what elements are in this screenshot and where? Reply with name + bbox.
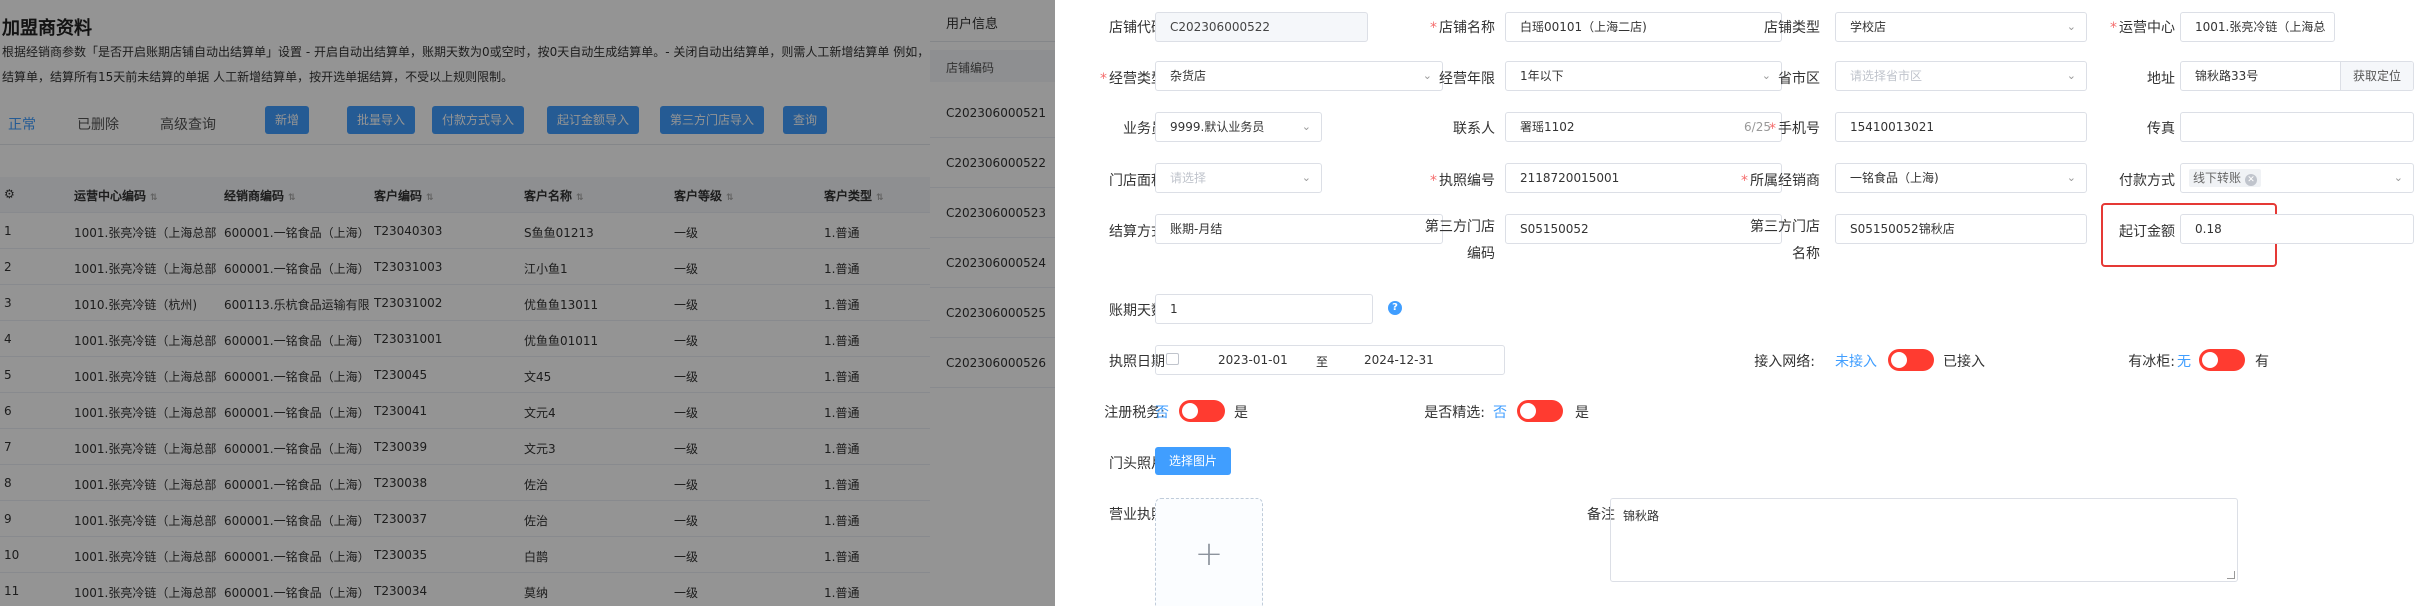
tax-switch[interactable] bbox=[1179, 400, 1225, 422]
salesman-label: 业务员 bbox=[1123, 121, 1165, 137]
switch-knob bbox=[1182, 403, 1198, 419]
region-select[interactable]: 请选择省市区 ⌄ bbox=[1835, 61, 2087, 91]
region-label: 省市区 bbox=[1778, 71, 1820, 87]
modal-overlay[interactable] bbox=[0, 0, 1055, 606]
get-location-button[interactable]: 获取定位 bbox=[2339, 62, 2413, 90]
ops-center-select[interactable]: 1001.张亮冷链（上海总 ⌄ bbox=[2180, 12, 2335, 42]
store-name-label: * 店铺名称 bbox=[1430, 20, 1495, 36]
switch-knob bbox=[1891, 352, 1907, 368]
biz-type-select[interactable]: 杂货店 ⌄ bbox=[1155, 61, 1443, 91]
end-date: 2024-12-31 bbox=[1364, 353, 1434, 367]
store-code-label: 店铺代码 bbox=[1109, 20, 1165, 36]
chevron-down-icon: ⌄ bbox=[2314, 20, 2324, 33]
freezer-off-text: 无 bbox=[2177, 354, 2191, 370]
chevron-down-icon: ⌄ bbox=[2393, 171, 2403, 184]
network-label: 接入网络: bbox=[1754, 354, 1815, 370]
settle-method-label: 结算方式 bbox=[1109, 224, 1165, 240]
network-on-text: 已接入 bbox=[1943, 354, 1985, 370]
switch-knob bbox=[1520, 403, 1536, 419]
phone-input[interactable]: 15410013021 bbox=[1835, 112, 2087, 142]
pay-method-tag: 线下转账 ✕ bbox=[2189, 169, 2262, 187]
tax-on-text: 是 bbox=[1234, 405, 1248, 421]
ops-center-label: * 运营中心 bbox=[2110, 20, 2175, 36]
pay-method-label: 付款方式 bbox=[2119, 173, 2175, 189]
fax-input[interactable] bbox=[2180, 112, 2414, 142]
license-date-range[interactable]: 2023-01-01 至 2024-12-31 bbox=[1155, 345, 1505, 375]
chevron-down-icon: ⌄ bbox=[1301, 171, 1311, 184]
address-label: 地址 bbox=[2147, 71, 2175, 87]
store-code-input[interactable]: C202306000522 bbox=[1155, 12, 1368, 42]
calendar-icon bbox=[1166, 353, 1179, 365]
credit-days-label: 账期天数 bbox=[1109, 303, 1165, 319]
resize-handle[interactable] bbox=[2227, 571, 2235, 579]
store-type-select[interactable]: 学校店 ⌄ bbox=[1835, 12, 2087, 42]
selected-on-text: 是 bbox=[1575, 405, 1589, 421]
close-icon[interactable]: ✕ bbox=[2245, 174, 2258, 186]
door-photo-label: 门头照片 bbox=[1109, 456, 1165, 472]
tax-off-text: 否 bbox=[1155, 405, 1169, 421]
area-select[interactable]: 请选择 ⌄ bbox=[1155, 163, 1322, 193]
settle-method-select[interactable]: 账期-月结 ⌄ bbox=[1155, 214, 1443, 244]
credit-days-input[interactable]: 1 bbox=[1155, 294, 1373, 324]
fax-label: 传真 bbox=[2147, 121, 2175, 137]
store-edit-drawer: 店铺代码 C202306000522 * 店铺名称 白瑶00101（上海二店) 店… bbox=[1055, 0, 2419, 606]
selected-switch[interactable] bbox=[1517, 400, 1563, 422]
address-input[interactable]: 锦秋路33号 获取定位 bbox=[2180, 61, 2414, 91]
dealer-label: * 所属经销商 bbox=[1741, 173, 1820, 189]
freezer-on-text: 有 bbox=[2255, 354, 2269, 370]
network-switch[interactable] bbox=[1888, 349, 1934, 371]
min-amount-label: 起订金额 bbox=[2119, 224, 2175, 240]
biz-type-label: * 经营类型 bbox=[1100, 71, 1165, 87]
tax-label: 注册税务: bbox=[1104, 405, 1165, 421]
freezer-switch[interactable] bbox=[2199, 349, 2245, 371]
chevron-down-icon: ⌄ bbox=[2066, 69, 2076, 82]
chevron-down-icon: ⌄ bbox=[1301, 120, 1311, 133]
plus-icon: + bbox=[1194, 534, 1224, 574]
min-amount-input[interactable]: 0.18 bbox=[2180, 214, 2414, 244]
freezer-label: 有冰柜: bbox=[2128, 354, 2175, 370]
phone-label: * 手机号 bbox=[1769, 121, 1820, 137]
third-name-label: 第三方门店 名称 bbox=[1750, 219, 1820, 262]
remark-textarea[interactable]: 锦秋路 bbox=[1610, 498, 2238, 582]
license-date-label: 执照日期 bbox=[1109, 354, 1165, 370]
salesman-select[interactable]: 9999.默认业务员 ⌄ bbox=[1155, 112, 1322, 142]
selected-off-text: 否 bbox=[1493, 405, 1507, 421]
third-name-input[interactable]: S05150052锦秋店 bbox=[1835, 214, 2087, 244]
selected-label: 是否精选: bbox=[1424, 405, 1485, 421]
help-icon[interactable]: ? bbox=[1388, 301, 1402, 315]
license-upload-box[interactable]: + bbox=[1155, 498, 1263, 606]
network-off-text: 未接入 bbox=[1835, 354, 1877, 370]
license-no-label: * 执照编号 bbox=[1430, 173, 1495, 189]
remark-text: 锦秋路 bbox=[1623, 509, 1660, 523]
range-separator: 至 bbox=[1316, 355, 1329, 369]
chevron-down-icon: ⌄ bbox=[2066, 20, 2076, 33]
pay-method-select[interactable]: 线下转账 ✕ ⌄ bbox=[2180, 163, 2414, 193]
chevron-down-icon: ⌄ bbox=[2066, 171, 2076, 184]
biz-license-label: 营业执照 bbox=[1109, 507, 1165, 523]
start-date: 2023-01-01 bbox=[1218, 353, 1288, 367]
dealer-select[interactable]: 一铭食品（上海) ⌄ bbox=[1835, 163, 2087, 193]
switch-knob bbox=[2202, 352, 2218, 368]
store-type-label: 店铺类型 bbox=[1764, 20, 1820, 36]
select-image-button[interactable]: 选择图片 bbox=[1155, 447, 1232, 475]
area-label: 门店面积 bbox=[1109, 173, 1165, 189]
remark-label: 备注 bbox=[1587, 507, 1615, 523]
third-code-label: 第三方门店 编码 bbox=[1425, 219, 1495, 262]
biz-years-label: 经营年限 bbox=[1439, 71, 1495, 87]
contact-label: 联系人 bbox=[1453, 121, 1495, 137]
